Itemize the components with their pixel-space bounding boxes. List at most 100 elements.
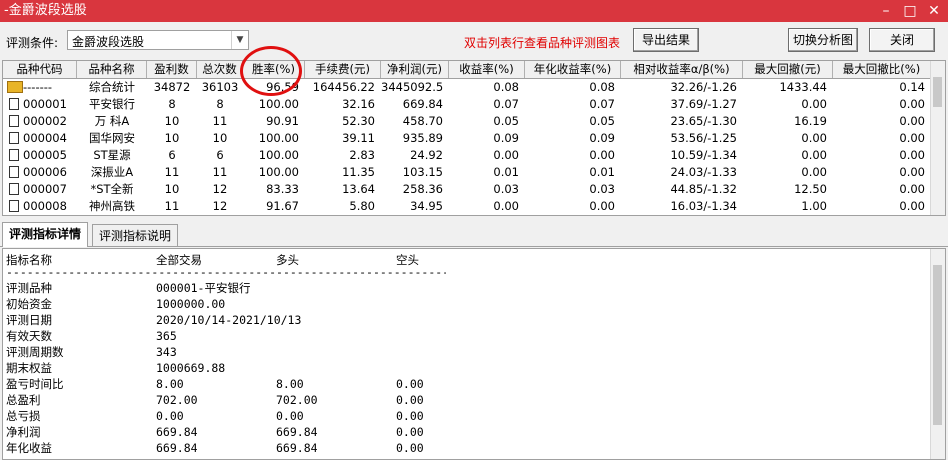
column-header[interactable]: 总次数 — [197, 61, 243, 78]
table-row[interactable]: 000007 *ST全新 10 12 83.33 13.64 258.36 0.03 0.03 4… — [3, 181, 933, 198]
column-header[interactable]: 年化收益率(%) — [525, 61, 621, 78]
column-header[interactable]: 收益率(%) — [449, 61, 525, 78]
detail-cell: 702.00 — [156, 393, 198, 407]
export-button[interactable]: 导出结果 — [633, 28, 699, 52]
close-button[interactable]: 关闭 — [869, 28, 935, 52]
table-cell: 0.05 — [589, 114, 615, 128]
toolbar: 评测条件: 金爵波段选股 ▼ 双击列表行查看品种评测图表 导出结果 切换分析图 … — [0, 22, 948, 58]
table-row[interactable]: 000004 国华网安 10 10 100.00 39.11 935.89 0.09 0.09 5… — [3, 130, 933, 147]
table-cell: 000004 — [23, 131, 67, 145]
table-cell: 100.00 — [258, 97, 299, 111]
detail-cell: 669.84 — [276, 425, 318, 439]
close-icon[interactable]: ✕ — [924, 1, 944, 21]
table-cell: 91.67 — [266, 199, 299, 213]
column-header[interactable]: 手续费(元) — [305, 61, 381, 78]
detail-cell: 年化收益 — [6, 441, 52, 455]
table-cell: 0.09 — [493, 131, 519, 145]
table-row[interactable]: ------- 综合统计 34872 36103 96.59 164456.22 34450… — [3, 79, 933, 96]
table-cell: 000002 — [23, 114, 67, 128]
table-cell: 000001 — [23, 97, 67, 111]
table-cell: 0.08 — [589, 80, 615, 94]
detail-cell: 365 — [156, 329, 177, 343]
table-cell: 8 — [168, 97, 176, 111]
table-cell: 44.85/-1.32 — [670, 182, 737, 196]
table-row[interactable]: 000008 神州高铁 11 12 91.67 5.80 34.95 0.00 0.00 16.0… — [3, 198, 933, 215]
detail-cell: 有效天数 — [6, 329, 52, 343]
table-row[interactable]: 000006 深振业A 11 11 100.00 11.35 103.15 0.01 0.01 2… — [3, 164, 933, 181]
table-row[interactable]: 000001 平安银行 8 8 100.00 32.16 669.84 0.07 0.07 37.… — [3, 96, 933, 113]
table-cell: 52.30 — [342, 114, 375, 128]
detail-scroll-thumb[interactable] — [933, 265, 942, 425]
switch-chart-button[interactable]: 切换分析图 — [788, 28, 858, 52]
column-header[interactable]: 净利润(元) — [381, 61, 449, 78]
table-cell: 0.01 — [493, 165, 519, 179]
detail-cell: 总亏损 — [6, 409, 41, 423]
tab-metric-details[interactable]: 评测指标详情 — [2, 222, 89, 247]
column-header[interactable]: 盈利数 — [147, 61, 197, 78]
hint-text: 双击列表行查看品种评测图表 — [464, 36, 621, 50]
detail-cell: 盈亏时间比 — [6, 377, 64, 391]
detail-cell: 702.00 — [276, 393, 318, 407]
table-cell: 13.64 — [342, 182, 375, 196]
table-cell: 0.00 — [899, 182, 925, 196]
file-icon — [9, 98, 19, 110]
file-icon — [9, 132, 19, 144]
table-cell: ST星源 — [93, 148, 131, 162]
table-cell: 000008 — [23, 199, 67, 213]
win-rate-highlight-circle — [240, 46, 302, 96]
maximize-icon[interactable]: □ — [900, 1, 920, 21]
table-cell: 神州高铁 — [89, 199, 135, 213]
file-icon — [9, 183, 19, 195]
title-bar: -金爵波段选股 – □ ✕ — [0, 0, 948, 22]
table-cell: 8 — [216, 97, 224, 111]
table-row[interactable]: 000005 ST星源 6 6 100.00 2.83 24.92 0.00 0.00 10.59… — [3, 147, 933, 164]
table-cell: 11 — [164, 199, 180, 213]
table-cell: 53.56/-1.25 — [670, 131, 737, 145]
detail-cell: 2020/10/14-2021/10/13 — [156, 313, 302, 327]
table-header: 品种代码 品种名称 盈利数 总次数 胜率(%) 手续费(元) 净利润(元) 收益率(%) 年化收… — [3, 61, 933, 79]
table-cell: 0.09 — [589, 131, 615, 145]
file-icon — [9, 115, 19, 127]
table-cell: 0.03 — [589, 182, 615, 196]
column-header[interactable]: 品种名称 — [77, 61, 147, 78]
table-cell: 000007 — [23, 182, 67, 196]
detail-cell: 净利润 — [6, 425, 41, 439]
table-cell: 综合统计 — [89, 80, 135, 94]
detail-cell: 0.00 — [396, 441, 424, 455]
table-cell: 0.08 — [493, 80, 519, 94]
table-cell: 3445092.52 — [381, 80, 443, 94]
table-cell: 10 — [164, 131, 180, 145]
detail-cell: 评测日期 — [6, 313, 52, 327]
column-header[interactable]: 品种代码 — [3, 61, 77, 78]
column-header[interactable]: 相对收益率α/β(%) — [621, 61, 743, 78]
tab-metric-description[interactable]: 评测指标说明 — [92, 224, 179, 246]
table-cell: 24.03/-1.33 — [670, 165, 737, 179]
detail-cell: 343 — [156, 345, 177, 359]
table-cell: 0.00 — [589, 199, 615, 213]
table-cell: 国华网安 — [89, 131, 135, 145]
detail-scrollbar[interactable] — [930, 249, 945, 459]
column-header[interactable]: 最大回撤比(%) — [833, 61, 931, 78]
chevron-down-icon[interactable]: ▼ — [231, 31, 248, 49]
table-cell: 0.14 — [899, 80, 925, 94]
table-row[interactable]: 000002 万 科A 10 11 90.91 52.30 458.70 0.05 0.05 23… — [3, 113, 933, 130]
table-cell: 0.00 — [899, 97, 925, 111]
file-icon — [9, 200, 19, 212]
detail-cell: 0.00 — [396, 377, 424, 391]
table-cell: 90.91 — [266, 114, 299, 128]
detail-cell: 0.00 — [396, 425, 424, 439]
table-cell: 万 科A — [94, 114, 130, 128]
detail-tabs: 评测指标详情 评测指标说明 — [0, 222, 948, 247]
table-cell: 34872 — [153, 80, 191, 94]
table-cell: *ST全新 — [90, 182, 134, 196]
condition-select[interactable]: 金爵波段选股 ▼ — [67, 30, 249, 50]
file-icon — [9, 166, 19, 178]
table-scrollbar[interactable] — [930, 61, 945, 215]
table-cell: 2.83 — [349, 148, 375, 162]
minimize-icon[interactable]: – — [876, 1, 896, 21]
results-table[interactable]: 品种代码 品种名称 盈利数 总次数 胜率(%) 手续费(元) 净利润(元) 收益率(%) 年化收… — [2, 60, 946, 216]
column-header[interactable]: 最大回撤(元) — [743, 61, 833, 78]
table-scroll-thumb[interactable] — [933, 77, 942, 107]
table-cell: 32.26/-1.26 — [670, 80, 737, 94]
table-cell: 100.00 — [258, 148, 299, 162]
